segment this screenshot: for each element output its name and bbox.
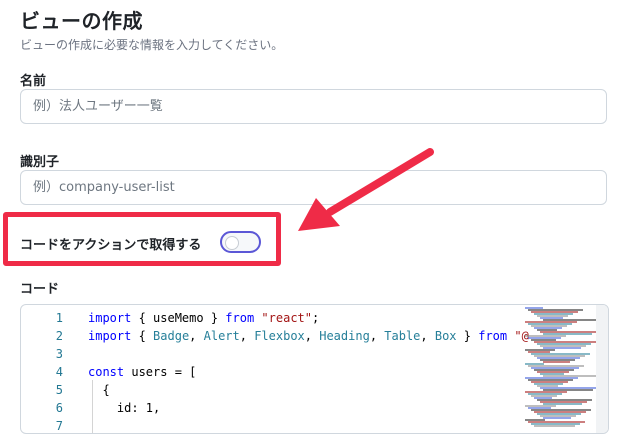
code-editor[interactable]: 1 import { useMemo } from "react"; 2 import… <box>20 304 609 434</box>
code-line: 5 { <box>21 381 521 399</box>
code-text: const users = [ <box>88 365 197 379</box>
code-line: 2 import { Badge, Alert, Flexbox, Heading… <box>21 327 529 345</box>
code-minimap[interactable] <box>521 307 604 431</box>
code-text: import { Badge, Alert, Flexbox, Heading,… <box>88 329 529 343</box>
line-number: 6 <box>55 401 63 415</box>
minimap-line <box>543 417 571 419</box>
code-line: 6 id: 1, <box>21 399 521 417</box>
line-number: 3 <box>55 347 63 361</box>
code-line: 4 const users = [ <box>21 363 521 381</box>
line-number: 1 <box>55 311 63 325</box>
code-label: コード <box>20 282 60 297</box>
line-number: 7 <box>55 419 63 433</box>
code-line: 7 <box>21 417 521 433</box>
code-text: id: 1, <box>88 401 161 415</box>
line-number: 2 <box>55 329 63 343</box>
minimap-line <box>543 361 570 363</box>
minimap-line <box>534 425 575 427</box>
editor-scrollbar[interactable] <box>596 305 608 433</box>
code-line: 1 import { useMemo } from "react"; <box>21 309 521 327</box>
code-lines: 1 import { useMemo } from "react"; 2 import… <box>21 309 529 433</box>
code-text: { <box>88 383 110 397</box>
code-line: 3 <box>21 345 521 363</box>
code-text: import { useMemo } from "react"; <box>88 311 320 325</box>
line-number: 4 <box>55 365 63 379</box>
line-number: 5 <box>55 383 63 397</box>
